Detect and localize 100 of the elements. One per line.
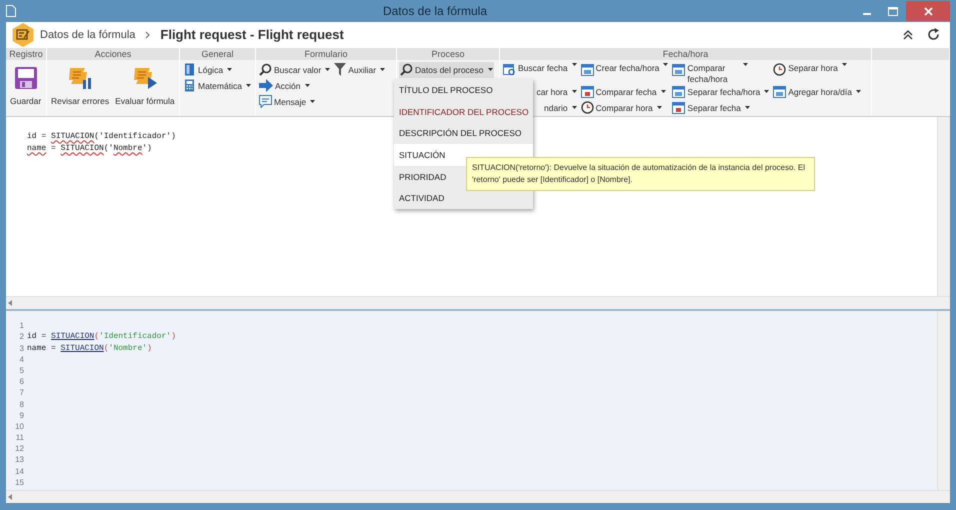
scrollbar[interactable] (937, 117, 950, 296)
caret-icon (856, 90, 861, 94)
caret-icon (656, 106, 662, 110)
calendar-icon (580, 62, 594, 76)
ribbon-dropdown-button[interactable]: ndario (542, 100, 578, 116)
calendar-icon (672, 101, 686, 114)
line-number: 13 (14, 454, 24, 466)
ribbon-dropdown-button[interactable]: Separar hora (772, 62, 862, 84)
scroll-play-icon (132, 66, 158, 90)
calendar-icon (773, 85, 786, 98)
ribbon-dropdown-button[interactable]: Separar fecha/hora (671, 84, 770, 100)
group-title: Fecha/hora (500, 48, 871, 60)
line-number: 6 (18, 376, 24, 388)
ribbon-dropdown-button[interactable]: Comparar fecha (580, 84, 670, 100)
caret-icon (572, 62, 577, 66)
caret-icon (842, 62, 847, 66)
caret-icon (572, 106, 577, 110)
ribbon-dropdown-button[interactable]: Comparar hora (580, 100, 670, 116)
group-title: General (180, 48, 255, 60)
code-line: name = SITUACION('Nombre') (27, 342, 152, 354)
line-number: 7 (18, 387, 24, 398)
line-number: 8 (18, 398, 24, 410)
group-title: Acciones (47, 48, 179, 60)
ribbon-dropdown-button[interactable]: Auxiliar (333, 62, 386, 78)
ribbon-dropdown-button[interactable]: Matemática (182, 78, 252, 94)
ribbon-dropdown-button[interactable]: Comparar fecha/hora (671, 62, 770, 84)
menu-item[interactable]: IDENTIFICADOR DEL PROCESO (394, 100, 533, 122)
caret-icon (488, 68, 493, 72)
line-number: 10 (14, 420, 24, 432)
code-line[interactable]: name = SITUACION('Nombre') (27, 144, 152, 154)
arrow-right-icon (259, 79, 273, 92)
ribbon-dropdown-button[interactable]: Agregar hora/día (772, 84, 862, 100)
caret-icon (304, 84, 310, 88)
book-icon (183, 63, 196, 76)
calendar-icon (580, 85, 594, 98)
calendar-icon (672, 62, 686, 76)
menu-item[interactable]: TÍTULO DEL PROCESO (394, 79, 533, 101)
caret-icon (246, 84, 251, 88)
ribbon-dropdown-button[interactable]: Crear fecha/hora (580, 62, 670, 84)
ribbon-dropdown-button[interactable]: Separar fecha (671, 100, 770, 116)
clock-icon (580, 101, 594, 114)
line-number: 15 (14, 476, 24, 488)
scroll-left-icon[interactable] (8, 300, 12, 306)
ribbon-button[interactable]: Revisar errores (49, 62, 112, 110)
chevron-right-icon (145, 30, 150, 39)
scroll-left-icon[interactable] (8, 494, 12, 500)
ribbon-button[interactable]: Evaluar fórmula (113, 62, 177, 110)
scrollbar[interactable] (6, 296, 950, 310)
caret-icon (572, 90, 577, 94)
caret-icon (764, 90, 770, 94)
menu-item[interactable]: ACTIVIDAD (394, 187, 533, 210)
ribbon-dropdown-button[interactable]: car hora (535, 84, 578, 100)
calendar-search-icon (503, 62, 516, 76)
close-button[interactable] (906, 1, 950, 21)
ribbon-dropdown-button[interactable]: Lógica (182, 62, 252, 78)
line-number: 11 (14, 432, 24, 444)
scroll-chart-icon (67, 66, 94, 90)
save-icon (14, 66, 38, 90)
formula-logo-icon (12, 22, 34, 47)
caret-icon (380, 68, 386, 72)
code-line: id = SITUACION('Identificador') (27, 331, 176, 343)
ribbon-dropdown-button[interactable]: Datos del proceso (399, 62, 494, 78)
tooltip: SITUACION('retorno'): Devuelve la situación de automatización de la instancia del proceso. El 'retorno' puede ser [Identificador] o [Nombre]. (466, 157, 815, 191)
group-title: Registro (6, 48, 46, 60)
menu-item[interactable]: DESCRIPCIÓN DEL PROCESO (394, 122, 533, 144)
calendar-icon (672, 85, 686, 98)
calculator-icon (183, 79, 196, 92)
caret-icon (744, 106, 750, 110)
caret-icon (663, 62, 668, 66)
caret-icon (310, 100, 316, 104)
caret-icon (227, 68, 232, 72)
caret-icon (660, 90, 666, 94)
close-icon (924, 6, 932, 16)
scrollbar[interactable] (6, 490, 950, 503)
document-icon (6, 5, 16, 17)
line-number: 9 (18, 410, 24, 421)
line-number: 3 (18, 342, 24, 354)
line-number: 5 (18, 364, 24, 376)
group-title: Proceso (397, 48, 499, 60)
search-icon (259, 63, 272, 76)
breadcrumb-link[interactable]: Datos de la fórmula (40, 28, 136, 41)
funnel-icon (334, 63, 346, 76)
maximize-icon (888, 6, 898, 16)
ribbon-dropdown-button[interactable]: Buscar valor (258, 62, 332, 78)
line-number: 4 (18, 354, 24, 365)
code-line[interactable]: id = SITUACION('Identificador') (27, 132, 176, 142)
minimize-icon (863, 13, 871, 15)
scrollbar[interactable] (937, 311, 950, 490)
ribbon-button[interactable]: Guardar (8, 62, 44, 110)
caret-icon (325, 68, 330, 72)
clock-icon (773, 62, 786, 76)
page-title: Flight request - Flight request (160, 27, 344, 42)
line-number: 1 (18, 320, 24, 332)
speech-bubble-icon (259, 95, 272, 108)
ribbon-dropdown-button[interactable]: Mensaje (258, 94, 332, 110)
line-number: 14 (14, 466, 24, 477)
line-number: 12 (14, 443, 24, 454)
search-icon (400, 63, 413, 76)
line-number: 2 (18, 331, 24, 343)
ribbon-dropdown-button[interactable]: Acción (258, 78, 332, 94)
